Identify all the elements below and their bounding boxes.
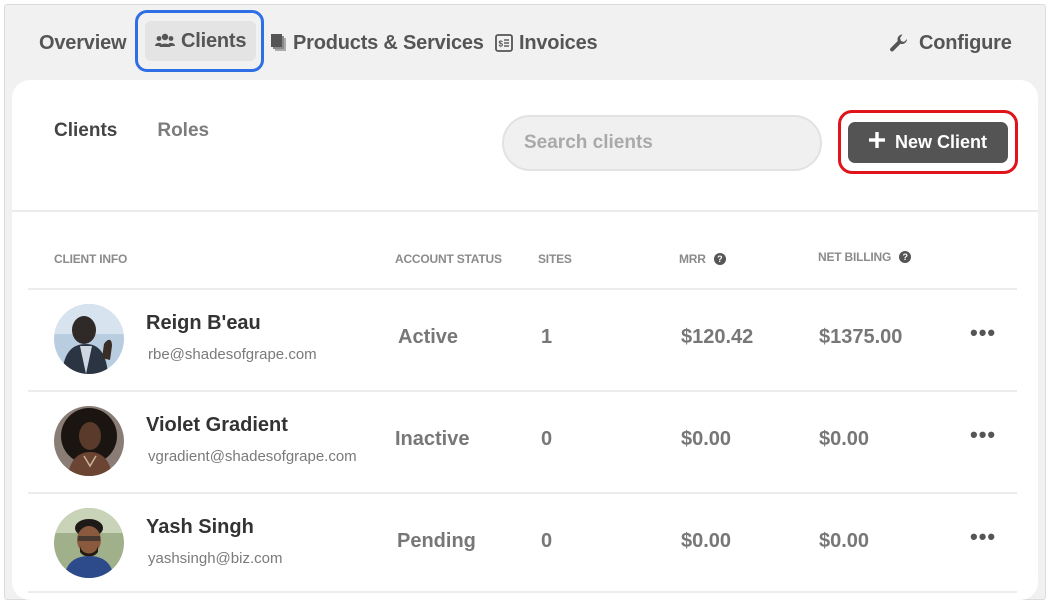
client-name[interactable]: Yash Singh [146,516,254,539]
avatar [54,304,124,374]
search-input[interactable] [524,132,820,154]
nav-invoices-label: Invoices [519,31,598,54]
col-mrr: MRR ? [679,252,726,266]
wrench-icon [889,33,909,53]
search-box [502,115,822,171]
net-billing-value: $1375.00 [819,326,903,348]
top-nav: Overview Clients Products & Services $ I… [5,5,1045,81]
nav-products-label: Products & Services [293,31,484,54]
client-name[interactable]: Reign B'eau [146,312,261,335]
account-status: Pending [397,530,476,552]
client-email: vgradient@shadesofgrape.com [148,448,357,465]
sites-count: 1 [541,326,553,348]
net-billing-help-icon[interactable]: ? [899,251,912,263]
net-billing-value: $0.00 [819,428,870,450]
mrr-value: $0.00 [681,530,732,552]
more-options-icon[interactable]: ••• [970,422,996,448]
more-options-icon[interactable]: ••• [970,524,996,550]
avatar [54,508,124,578]
users-icon [155,33,175,49]
nav-configure[interactable]: Configure [889,27,1012,59]
col-client-info: CLIENT INFO [54,252,128,266]
account-status: Active [398,326,459,348]
client-email: yashsingh@biz.com [148,550,283,567]
nav-invoices[interactable]: $ Invoices [495,27,598,59]
sites-count: 0 [541,530,553,552]
nav-overview-label: Overview [39,31,127,54]
table-row[interactable]: Violet Gradient vgradient@shadesofgrape.… [28,390,1017,491]
mrr-value: $0.00 [681,428,732,450]
new-client-button[interactable]: New Client [848,122,1008,163]
header-divider [12,210,1038,212]
subtabs: Clients Roles [54,120,209,142]
more-options-icon[interactable]: ••• [970,320,996,346]
nav-clients-label: Clients [181,29,247,52]
client-email: rbe@shadesofgrape.com [148,346,317,363]
account-status: Inactive [395,428,470,450]
sites-count: 0 [541,428,553,450]
table-row[interactable]: Yash Singh yashsingh@biz.com Pending 0 $… [28,492,1017,593]
nav-products-services[interactable]: Products & Services [271,27,484,59]
invoice-icon: $ [495,34,513,52]
col-sites: SITES [538,252,572,266]
mrr-value: $120.42 [681,326,754,348]
app-frame: Overview Clients Products & Services $ I… [4,4,1046,600]
subtab-clients[interactable]: Clients [54,120,117,142]
plus-icon [868,132,885,153]
nav-overview[interactable]: Overview [39,27,127,59]
table-header: CLIENT INFO ACCOUNT STATUS SITES MRR ? N… [12,250,1038,272]
client-name[interactable]: Violet Gradient [146,414,288,437]
svg-text:$: $ [499,40,504,49]
avatar [54,406,124,476]
new-client-label: New Client [894,132,987,152]
subtab-roles[interactable]: Roles [157,120,209,142]
table-row[interactable]: Reign B'eau rbe@shadesofgrape.com Active… [28,288,1017,389]
nav-configure-label: Configure [919,31,1012,54]
net-billing-value: $0.00 [819,530,870,552]
nav-clients[interactable]: Clients [145,21,257,61]
mrr-help-icon[interactable]: ? [713,253,726,265]
col-net-billing: NET BILLING ? [818,250,912,264]
col-account-status: ACCOUNT STATUS [395,252,502,266]
stack-icon [271,34,287,52]
clients-card: Clients Roles New Client CLIENT INFO ACC… [12,80,1038,600]
